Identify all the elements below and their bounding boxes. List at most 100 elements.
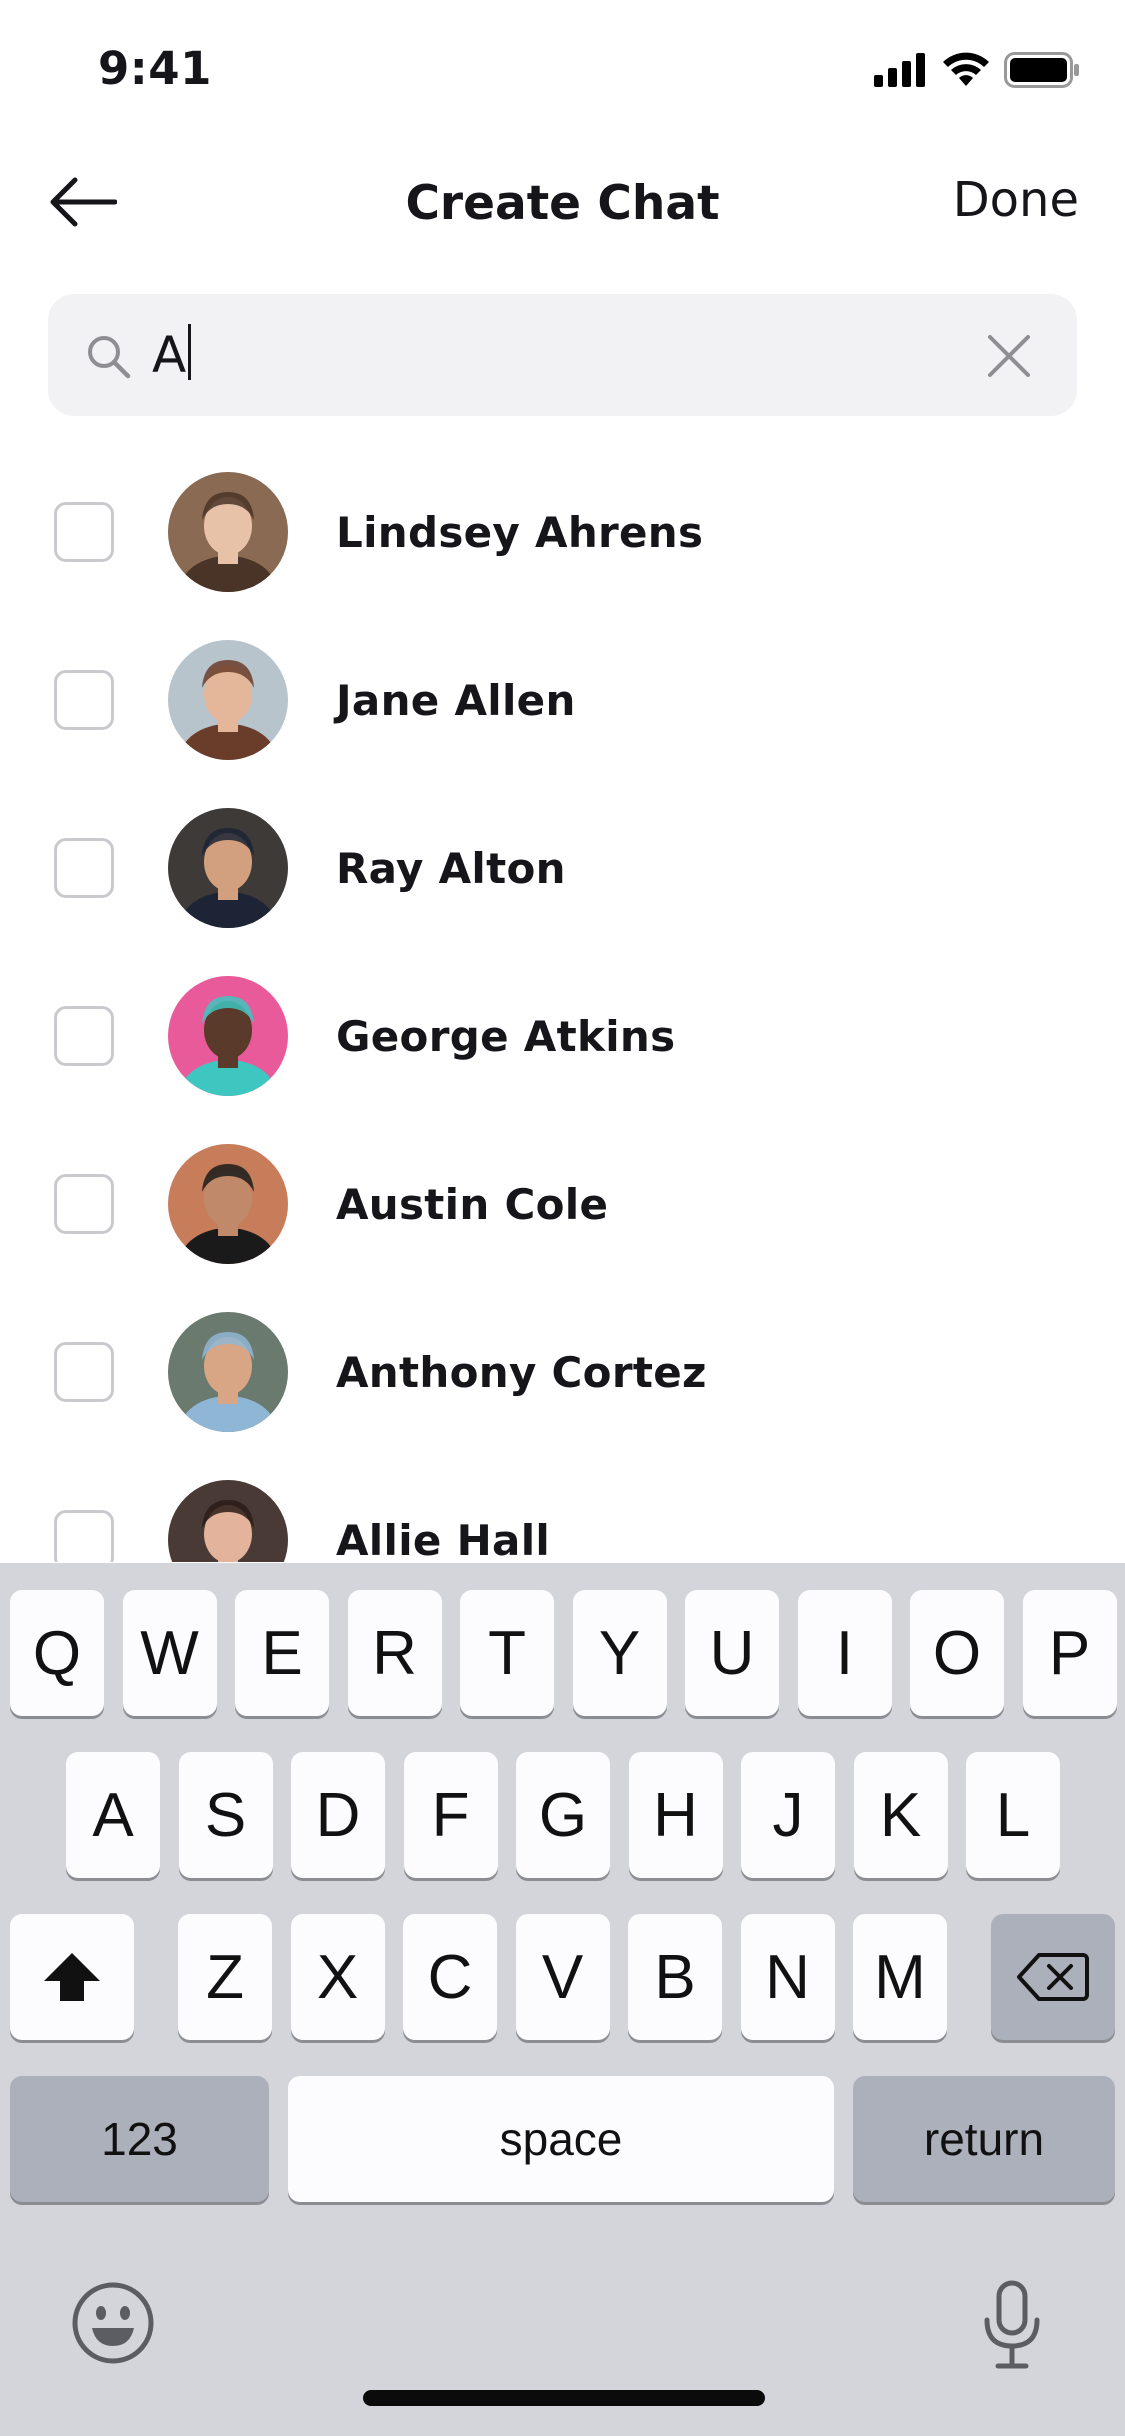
nav-bar: Create Chat Done [0, 132, 1125, 268]
search-input[interactable]: A [152, 324, 192, 384]
contact-name: Austin Cole [336, 1180, 609, 1229]
search-bar[interactable]: A [48, 294, 1077, 416]
contact-name: George Atkins [336, 1012, 676, 1061]
avatar [168, 640, 288, 760]
search-icon [88, 336, 131, 379]
contact-list[interactable]: Lindsey Ahrens Jane Allen Ray Alton George … [0, 462, 1125, 1562]
key-e[interactable]: E [235, 1590, 329, 1716]
key-n[interactable]: N [740, 1914, 835, 2040]
key-v[interactable]: V [515, 1914, 610, 2040]
contact-row[interactable]: Ray Alton [0, 798, 1125, 966]
contact-name: Allie Hall [336, 1516, 551, 1562]
numbers-key[interactable]: 123 [10, 2076, 269, 2202]
key-u[interactable]: U [685, 1590, 779, 1716]
battery-icon [1004, 52, 1079, 88]
key-c[interactable]: C [403, 1914, 497, 2040]
avatar [168, 472, 288, 592]
done-button[interactable]: Done [953, 172, 1079, 228]
key-w[interactable]: W [122, 1590, 217, 1716]
contact-checkbox[interactable] [54, 838, 114, 898]
close-icon[interactable] [987, 334, 1031, 378]
status-time: 9:41 [98, 42, 212, 95]
contact-row[interactable]: Lindsey Ahrens [0, 462, 1125, 630]
key-q[interactable]: Q [10, 1590, 104, 1716]
microphone-button[interactable] [980, 2280, 1044, 2370]
contact-checkbox[interactable] [54, 1342, 114, 1402]
contact-checkbox[interactable] [54, 1510, 114, 1562]
key-i-label: I [835, 1618, 854, 1688]
status-bar: 9:41 [0, 0, 1125, 132]
key-f[interactable]: F [403, 1752, 498, 1878]
contact-checkbox[interactable] [54, 1006, 114, 1066]
contact-checkbox[interactable] [54, 670, 114, 730]
key-s-label: S [204, 1780, 247, 1850]
contact-row[interactable]: George Atkins [0, 966, 1125, 1134]
key-e-label: E [261, 1618, 303, 1688]
key-y[interactable]: Y [572, 1590, 667, 1716]
emoji-button[interactable] [70, 2280, 156, 2366]
shift-key[interactable] [10, 1914, 134, 2040]
key-h-label: H [653, 1780, 698, 1850]
avatar [168, 1480, 288, 1562]
contact-checkbox[interactable] [54, 1174, 114, 1234]
wifi-icon [943, 52, 989, 86]
key-d[interactable]: D [291, 1752, 385, 1878]
key-x-label: X [316, 1942, 359, 2012]
avatar [168, 1144, 288, 1264]
key-y-label: Y [598, 1618, 641, 1688]
key-j-label: J [772, 1780, 804, 1850]
space-key-label: space [499, 2113, 623, 2165]
key-s[interactable]: S [178, 1752, 273, 1878]
backspace-icon [1017, 1953, 1089, 2001]
key-f-label: F [431, 1780, 470, 1850]
key-x[interactable]: X [290, 1914, 385, 2040]
key-c-label: C [427, 1942, 473, 2012]
key-k[interactable]: K [853, 1752, 948, 1878]
key-m[interactable]: M [853, 1914, 947, 2040]
key-b-label: B [654, 1942, 696, 2012]
key-g[interactable]: G [516, 1752, 610, 1878]
shift-icon [44, 1953, 100, 2001]
key-n-label: N [765, 1942, 810, 2012]
key-r-label: R [372, 1618, 417, 1688]
key-u-label: U [709, 1618, 755, 1688]
key-t[interactable]: T [460, 1590, 554, 1716]
key-p[interactable]: P [1022, 1590, 1117, 1716]
status-icons [874, 50, 1080, 90]
key-t-label: T [488, 1618, 526, 1688]
space-key[interactable]: space [288, 2076, 834, 2202]
avatar [168, 976, 288, 1096]
microphone-icon [984, 2280, 1040, 2369]
contact-row[interactable]: Jane Allen [0, 630, 1125, 798]
key-a[interactable]: A [66, 1752, 160, 1878]
contact-name: Lindsey Ahrens [336, 508, 704, 557]
key-p-label: P [1048, 1618, 1091, 1688]
contact-name: Ray Alton [336, 844, 566, 893]
avatar [168, 1312, 288, 1432]
text-cursor [188, 324, 192, 380]
keyboard: Q W E R T Y U I O P A S D F G H J K L Z X C V B N M 123 space return [0, 1563, 1125, 2436]
key-l[interactable]: L [966, 1752, 1060, 1878]
key-w-label: W [140, 1618, 199, 1688]
key-h[interactable]: H [628, 1752, 723, 1878]
return-key[interactable]: return [853, 2076, 1115, 2202]
key-r[interactable]: R [347, 1590, 442, 1716]
key-o[interactable]: O [910, 1590, 1004, 1716]
key-v-label: V [541, 1942, 584, 2012]
key-m-label: M [874, 1942, 926, 2012]
key-b[interactable]: B [628, 1914, 722, 2040]
delete-key[interactable] [991, 1914, 1115, 2040]
contact-checkbox[interactable] [54, 502, 114, 562]
key-j[interactable]: J [741, 1752, 835, 1878]
key-g-label: G [538, 1780, 588, 1850]
key-z[interactable]: Z [178, 1914, 272, 2040]
contact-row[interactable]: Allie Hall [0, 1470, 1125, 1562]
emoji-icon [72, 2282, 154, 2364]
key-o-label: O [932, 1618, 982, 1688]
key-i[interactable]: I [797, 1590, 892, 1716]
home-indicator [363, 2390, 765, 2406]
contact-row[interactable]: Austin Cole [0, 1134, 1125, 1302]
key-k-label: K [879, 1780, 922, 1850]
contact-row[interactable]: Anthony Cortez [0, 1302, 1125, 1470]
key-q-label: Q [32, 1618, 82, 1688]
